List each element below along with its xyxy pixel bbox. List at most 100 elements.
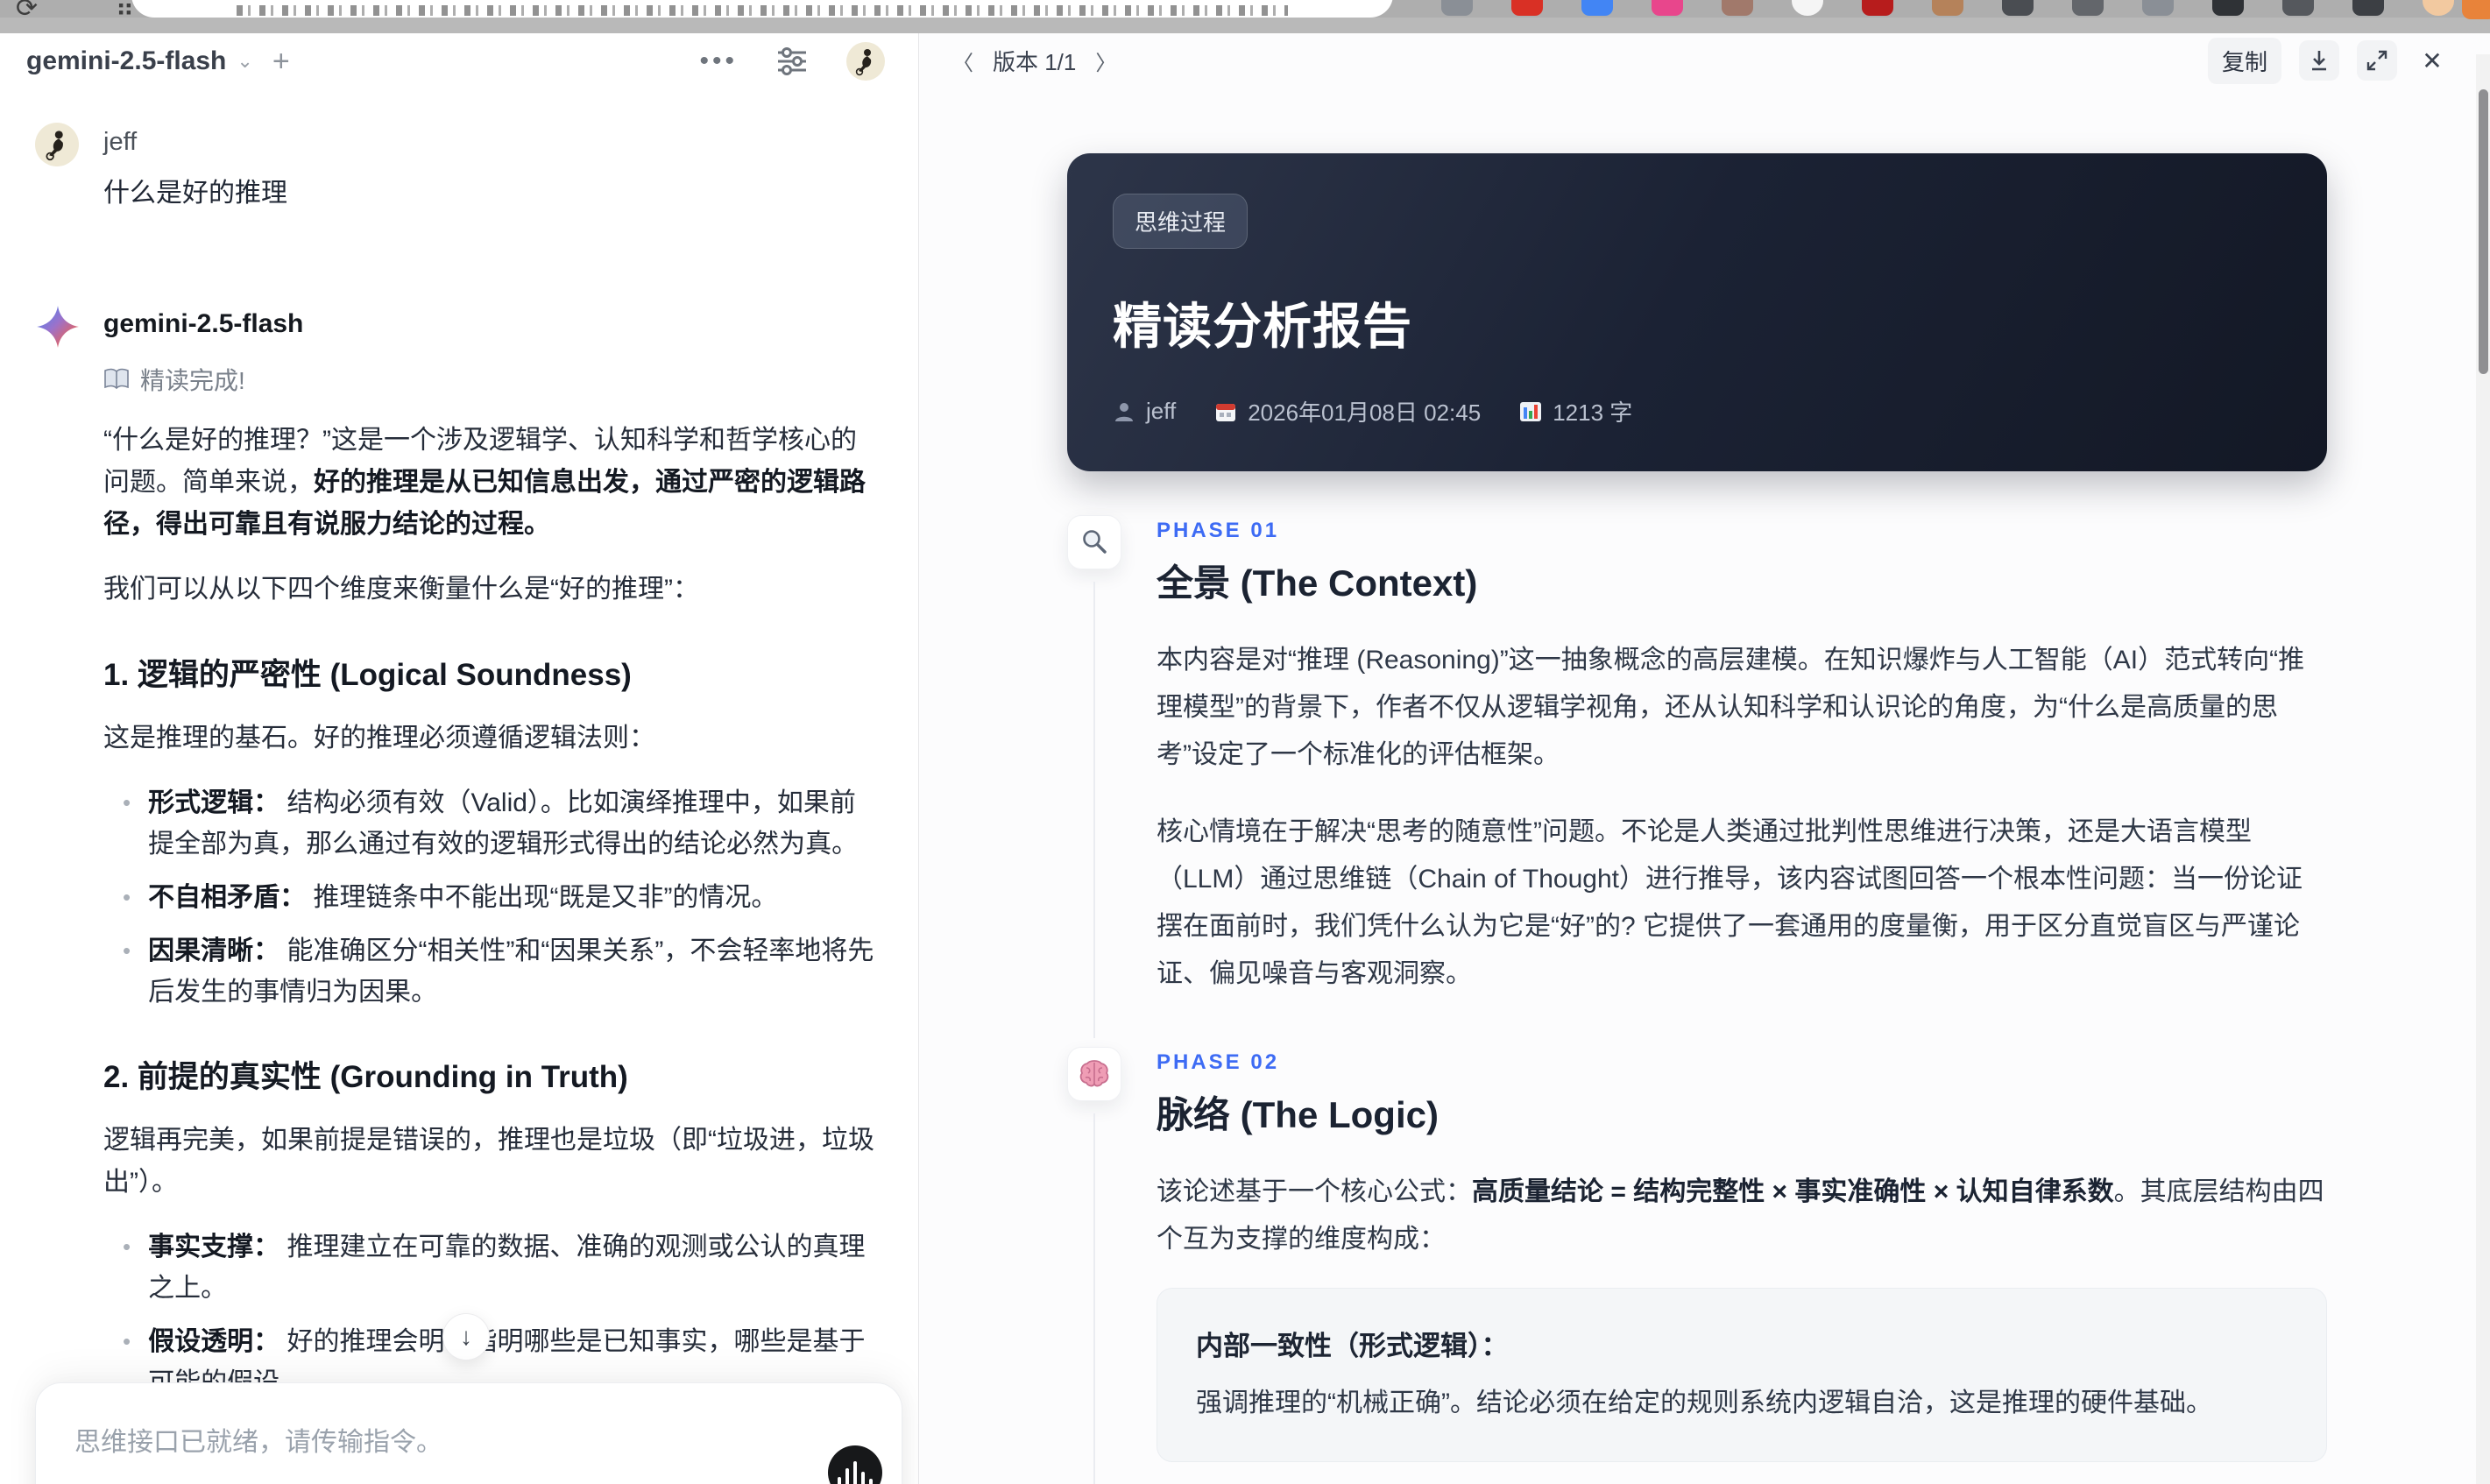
- extension-icon[interactable]: [1722, 0, 1753, 16]
- message-composer[interactable]: 思维接口已就绪，请传输指令。 + ❖: [35, 1382, 902, 1484]
- browser-toolbar: ⟳ ⠿: [0, 0, 2490, 33]
- book-icon: [104, 368, 129, 390]
- artifact-content[interactable]: 思维过程 精读分析报告 jeff 2026年01月08日 02:45 1213 …: [919, 88, 2476, 1484]
- report-sections: PHASE 01 全景 (The Context) 本内容是对“推理 (Reason…: [1067, 515, 2327, 1484]
- extension-icon[interactable]: [1511, 0, 1543, 16]
- copy-button[interactable]: 复制: [2207, 37, 2281, 84]
- more-options-button[interactable]: •••: [699, 48, 738, 74]
- bullet-item: • 事实支撑： 推理建立在可靠的数据、准确的观测或公认的真理之上。: [103, 1226, 874, 1309]
- phase-rail: [1067, 515, 1121, 1038]
- phase-section: PHASE 02 脉络 (The Logic) 该论述基于一个核心公式：高质量结论 …: [1067, 1047, 2327, 1484]
- user-message: jeff 什么是好的推理: [35, 123, 874, 209]
- extension-icon[interactable]: [2282, 0, 2314, 16]
- bullet-text: 事实支撑： 推理建立在可靠的数据、准确的观测或公认的真理之上。: [148, 1233, 866, 1303]
- dimension-card-title: 内部一致性（形式逻辑）：: [1196, 1331, 1509, 1361]
- phase-content: PHASE 01 全景 (The Context) 本内容是对“推理 (Reason…: [1157, 515, 2327, 1038]
- artifact-toolbar: 〈 版本 1/1 〉 复制 ✕: [919, 33, 2490, 88]
- extension-icon[interactable]: [2462, 0, 2490, 19]
- report-type-badge: 思维过程: [1113, 194, 1249, 249]
- toolbar-bottom-edge: [0, 18, 2490, 33]
- report-author: jeff: [1113, 398, 1176, 425]
- message-paragraph: 这是推理的基石。好的推理必须遵循逻辑法则：: [103, 724, 655, 753]
- phase-icon-card: [1067, 515, 1121, 569]
- bullet-dot-icon: •: [123, 1233, 131, 1260]
- fullscreen-icon: [2366, 50, 2387, 71]
- version-next-button[interactable]: 〉: [1090, 42, 1121, 80]
- report-date: 2026年01月08日 02:45: [1214, 395, 1481, 428]
- bullet-text: 形式逻辑： 结构必须有效（Valid）。比如演绎推理中，如果前提全部为真，那么通…: [148, 788, 859, 859]
- scrollbar-thumb[interactable]: [2479, 89, 2488, 374]
- report-title: 精读分析报告: [1113, 299, 1412, 354]
- version-label: 版本 1/1: [993, 48, 1077, 75]
- new-chat-button[interactable]: +: [272, 45, 290, 79]
- bullet-item: • 不自相矛盾： 推理链条中不能出现“既是又非”的情况。: [103, 877, 874, 918]
- download-button[interactable]: [2299, 40, 2339, 81]
- user-avatar-button[interactable]: [846, 42, 885, 81]
- message-paragraph: 我们可以从以下四个维度来衡量什么是“好的推理”：: [103, 575, 699, 604]
- extension-icon[interactable]: [1441, 0, 1473, 16]
- magnifier-icon: [1083, 530, 1107, 554]
- extension-icon[interactable]: [1932, 0, 1963, 16]
- bullet-text: 因果清晰： 能准确区分“相关性”和“因果关系”，不会轻率地将先后发生的事情归为因…: [148, 936, 874, 1007]
- phase-title: 全景 (The Context): [1157, 562, 1478, 604]
- phase-content: PHASE 02 脉络 (The Logic) 该论述基于一个核心公式：高质量结论 …: [1157, 1047, 2327, 1484]
- chat-pane: gemini-2.5-flash ⌄ + ••• jeff 什么是好的推理 ge…: [0, 33, 918, 1484]
- extension-icon[interactable]: [1581, 0, 1613, 16]
- extension-icon[interactable]: [2423, 0, 2454, 16]
- assistant-message-body: “什么是好的推理？”这是一个涉及逻辑学、认知科学和哲学核心的问题。简单来说，好的…: [103, 420, 874, 1484]
- scroll-to-bottom-button[interactable]: ↓: [442, 1313, 490, 1360]
- version-navigator: 〈 版本 1/1 〉: [947, 42, 1121, 80]
- timeline-line: [1093, 1113, 1095, 1484]
- extension-icon[interactable]: [1652, 0, 1683, 16]
- assistant-message: gemini-2.5-flash 精读完成! “什么是好的推理？”这是一个涉及逻…: [35, 304, 874, 1484]
- extension-icon[interactable]: [2352, 0, 2384, 16]
- message-heading: 1. 逻辑的严密性 (Logical Soundness): [103, 658, 632, 692]
- artifact-pane: 〈 版本 1/1 〉 复制 ✕ 思维过程 精读分析报告 jeff 2026年01…: [919, 33, 2490, 1484]
- phase-icon-card: [1067, 1047, 1121, 1101]
- extension-icons-row: [1441, 0, 2454, 16]
- user-message-text: 什么是好的推理: [103, 179, 287, 208]
- phase-label: PHASE 01: [1157, 519, 1280, 542]
- assistant-status: 精读完成!: [103, 362, 874, 397]
- report-hero-card: 思维过程 精读分析报告 jeff 2026年01月08日 02:45 1213 …: [1067, 153, 2327, 471]
- extension-icon[interactable]: [1862, 0, 1893, 16]
- tune-settings-button[interactable]: [775, 44, 810, 79]
- address-url-text: [237, 5, 1288, 16]
- report-word-count: 1213 字: [1519, 395, 1632, 428]
- bullet-dot-icon: •: [123, 789, 131, 816]
- bullet-item: • 因果清晰： 能准确区分“相关性”和“因果关系”，不会轻率地将先后发生的事情归为…: [103, 930, 874, 1013]
- phase-paragraph: 该论述基于一个核心公式：高质量结论 = 结构完整性 × 事实准确性 × 认知自律…: [1157, 1177, 2324, 1254]
- chat-scroll-area[interactable]: jeff 什么是好的推理 gemini-2.5-flash 精读完成! “什么是…: [0, 123, 918, 1484]
- calendar-icon: [1216, 403, 1236, 421]
- user-avatar: [35, 123, 79, 166]
- ink-figure-avatar-icon: [855, 49, 872, 76]
- person-icon: [1115, 402, 1133, 421]
- brain-icon: [1079, 1060, 1109, 1087]
- extension-icon[interactable]: [2142, 0, 2174, 16]
- phase-paragraph: 本内容是对“推理 (Reasoning)”这一抽象概念的高层建模。在知识爆炸与人…: [1157, 646, 2305, 769]
- bullet-text: 不自相矛盾： 推理链条中不能出现“既是又非”的情况。: [148, 883, 778, 912]
- phase-section: PHASE 01 全景 (The Context) 本内容是对“推理 (Reason…: [1067, 515, 2327, 1038]
- browser-address-bar[interactable]: [131, 0, 1393, 18]
- message-paragraph: 逻辑再完美，如果前提是错误的，推理也是垃圾（即“垃圾进，垃圾出”）。: [103, 1126, 874, 1197]
- message-heading: 2. 前提的真实性 (Grounding in Truth): [103, 1060, 628, 1094]
- chevron-down-icon: ⌄: [237, 50, 253, 72]
- extension-icon[interactable]: [2212, 0, 2244, 16]
- extension-icon[interactable]: [1792, 0, 1823, 16]
- dimension-cards: 内部一致性（形式逻辑）： 强调推理的“机械正确”。结论必须在给定的规则系统内逻辑自…: [1157, 1288, 2327, 1484]
- phase-title: 脉络 (The Logic): [1157, 1094, 1439, 1135]
- timeline-line: [1093, 582, 1095, 1038]
- scrollbar-track[interactable]: [2476, 54, 2490, 1484]
- chat-header: gemini-2.5-flash ⌄ + •••: [0, 33, 918, 89]
- bullet-item: • 形式逻辑： 结构必须有效（Valid）。比如演绎推理中，如果前提全部为真，那么…: [103, 782, 874, 865]
- close-panel-button[interactable]: ✕: [2415, 40, 2450, 81]
- bullet-dot-icon: •: [123, 884, 131, 910]
- extension-icon[interactable]: [2002, 0, 2034, 16]
- extension-icon[interactable]: [2072, 0, 2104, 16]
- assistant-name: gemini-2.5-flash: [103, 309, 304, 338]
- expand-button[interactable]: [2357, 40, 2397, 81]
- download-icon: [2312, 51, 2326, 71]
- arrow-down-icon: ↓: [460, 1323, 472, 1350]
- model-switcher[interactable]: gemini-2.5-flash ⌄: [26, 46, 253, 76]
- version-prev-button[interactable]: 〈: [947, 42, 979, 80]
